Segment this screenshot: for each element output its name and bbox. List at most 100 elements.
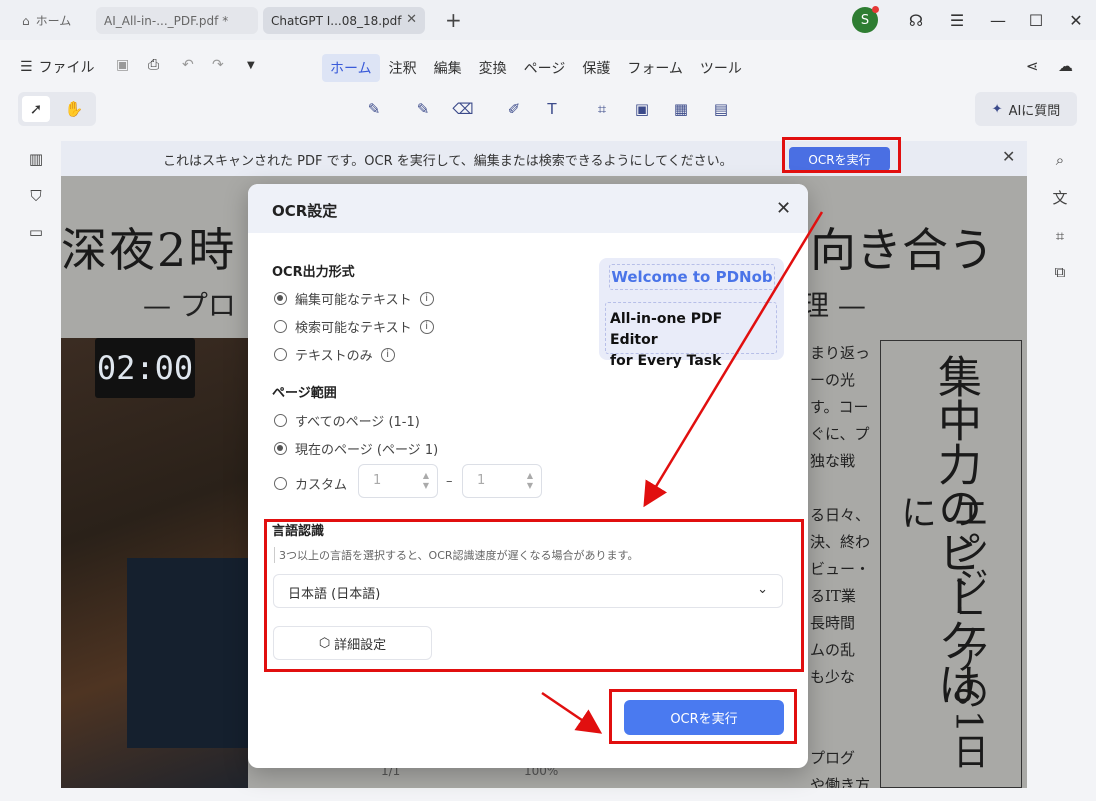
more-dropdown-icon[interactable]: ▼ [247, 60, 255, 71]
support-icon[interactable]: ☊ [904, 8, 928, 32]
doc-column-line [810, 718, 882, 745]
info-icon[interactable]: i [380, 347, 395, 362]
doc-subline-right: 理 — [801, 289, 866, 322]
image-icon[interactable]: ▣ [631, 98, 653, 120]
doc-clock: 02:00 [95, 338, 195, 398]
compress-icon[interactable]: ▤ [710, 98, 732, 120]
share-icon[interactable]: ⋖ [1026, 57, 1039, 75]
avatar-initial: S [860, 12, 870, 28]
page-range-all-label: すべてのページ (1-1) [295, 415, 420, 430]
doc-column-line: る日々、 [810, 506, 871, 524]
menu-tab-convert[interactable]: 変換 [471, 54, 515, 82]
promo-banner: Welcome to PDNob All-in-one PDF Editor f… [599, 258, 784, 369]
redo-icon[interactable]: ↷ [212, 57, 224, 73]
doc-photo: 02:00 [61, 338, 248, 788]
draw-icon[interactable]: ✎ [412, 98, 434, 120]
new-tab-icon[interactable]: + [445, 8, 462, 32]
highlight-box-run-button [609, 689, 797, 744]
ocr-settings-dialog: OCR設定 ✕ OCR出力形式 編集可能なテキスト i 検索可能なテキスト i … [248, 184, 808, 768]
menu-tab-home[interactable]: ホーム [322, 54, 380, 82]
doc-headline-left: 深夜2時 [61, 223, 237, 277]
cloud-upload-icon[interactable]: ☁ [1058, 57, 1073, 75]
page-range-custom[interactable]: カスタム [274, 474, 347, 493]
output-option-searchable[interactable]: 検索可能なテキスト i [274, 317, 434, 336]
menu-tab-tools[interactable]: ツール [692, 54, 750, 82]
radio-selected-icon [274, 442, 287, 455]
doc-column-text: まり返っ ーの光 す。コー ぐに、プ 独な戦 る日々、 決、終わ ビュー・ るIT業 長時間 ムの… [810, 340, 882, 788]
tab-home[interactable]: ⌂ ホーム [14, 7, 88, 34]
stepper-arrows-icon[interactable]: ▲ ▼ [527, 471, 533, 491]
menu-bar: ☰ ファイル ▣ ⎙ ↶ ↷ ▼ ホーム 注釈 編集 変換 ページ 保護 フォー… [0, 48, 1096, 84]
hand-icon[interactable]: ✋ [60, 96, 88, 122]
tab-document-2-label: ChatGPT I...08_18.pdf [271, 13, 402, 28]
ocr-icon[interactable]: ⌗ [591, 98, 613, 120]
promo-line-1: Welcome to PDNob [609, 264, 775, 290]
menu-tab-annotate[interactable]: 注釈 [381, 54, 425, 82]
page-range-current[interactable]: 現在のページ (ページ 1) [274, 439, 438, 458]
organize-icon[interactable]: ▦ [670, 98, 692, 120]
radio-selected-icon [274, 292, 287, 305]
page-from-value: 1 [373, 473, 382, 488]
dialog-close-icon[interactable]: ✕ [776, 198, 791, 219]
ai-wand-icon: ✦ [991, 101, 1003, 117]
notice-close-icon[interactable]: ✕ [1002, 147, 1015, 166]
thumbnails-icon[interactable]: ▥ [25, 148, 47, 170]
page-to-stepper[interactable]: 1 ▲ ▼ [462, 464, 542, 498]
menu-tab-form[interactable]: フォーム [619, 54, 691, 82]
page-range-all[interactable]: すべてのページ (1-1) [274, 411, 420, 430]
output-option-text-only[interactable]: テキストのみ i [274, 345, 395, 364]
undo-icon[interactable]: ↶ [182, 57, 194, 73]
eraser-icon[interactable]: ⌫ [452, 98, 474, 120]
home-icon: ⌂ [22, 13, 30, 28]
doc-column-line: ビュー・ [810, 560, 871, 578]
close-tab-icon[interactable]: ✕ [406, 12, 417, 27]
output-option-editable[interactable]: 編集可能なテキスト i [274, 289, 434, 308]
capture-icon[interactable]: ⧉ [1049, 261, 1071, 283]
highlight-box-language [264, 519, 804, 672]
dialog-header: OCR設定 ✕ [248, 184, 808, 233]
promo-line-2b: for Every Task [610, 353, 722, 369]
tab-document-1-label: AI_All-in-..._PDF.pdf * [104, 13, 229, 28]
info-icon[interactable]: i [419, 319, 434, 334]
tab-document-1[interactable]: AI_All-in-..._PDF.pdf * [96, 7, 258, 34]
close-window-icon[interactable]: ✕ [1064, 8, 1088, 32]
toolbar: ➚ ✋ ✎ ✎ ⌫ ✐ T ⌗ ▣ ▦ ▤ ✦ AIに質問 [0, 88, 1096, 130]
highlight-icon[interactable]: ✎ [363, 98, 385, 120]
doc-column-line: るIT業 [810, 587, 856, 605]
edit-text-icon[interactable]: ✐ [503, 98, 525, 120]
file-menu-label: ファイル [38, 60, 95, 76]
search-icon[interactable]: ⌕ [1049, 149, 1071, 171]
doc-vertical-subtitle: エンジニアの1日に [895, 494, 988, 769]
doc-column-line: 独な戦 [810, 452, 856, 470]
notice-text: これはスキャンされた PDF です。OCR を実行して、編集または検索できるよう… [163, 154, 733, 169]
doc-column-line: も少な [810, 668, 856, 686]
info-icon[interactable]: i [419, 291, 434, 306]
ask-ai-button[interactable]: ✦ AIに質問 [975, 92, 1077, 126]
page-from-stepper[interactable]: 1 ▲ ▼ [358, 464, 438, 498]
text-box-icon[interactable]: T [541, 98, 563, 120]
bookmark-icon[interactable]: ⛉ [25, 185, 47, 207]
save-icon[interactable]: ▣ [116, 57, 129, 73]
print-icon[interactable]: ⎙ [148, 57, 159, 73]
translate-icon[interactable]: 文 [1049, 186, 1071, 208]
menu-tab-protect[interactable]: 保護 [574, 54, 618, 82]
doc-column-line [810, 691, 882, 718]
minimize-icon[interactable]: — [986, 8, 1010, 32]
avatar[interactable]: S [852, 6, 879, 33]
menu-tab-page[interactable]: ページ [516, 54, 574, 82]
scan-icon[interactable]: ⌗ [1049, 225, 1071, 247]
ask-ai-label: AIに質問 [1008, 103, 1061, 119]
doc-headline-right: 向き合う [810, 223, 994, 277]
menu-icon[interactable]: ☰ [945, 8, 969, 32]
maximize-icon[interactable]: ☐ [1024, 8, 1048, 32]
select-cursor-icon[interactable]: ➚ [22, 96, 50, 122]
page-to-value: 1 [477, 473, 486, 488]
dialog-title: OCR設定 [272, 202, 338, 220]
stepper-arrows-icon[interactable]: ▲ ▼ [423, 471, 429, 491]
doc-column-line [810, 475, 882, 502]
output-option-text-only-label: テキストのみ [295, 349, 373, 364]
comment-icon[interactable]: ▭ [25, 221, 47, 243]
file-menu[interactable]: ☰ ファイル [20, 57, 95, 77]
menu-tab-edit[interactable]: 編集 [426, 54, 470, 82]
tab-document-2[interactable]: ChatGPT I...08_18.pdf ✕ [263, 7, 425, 34]
